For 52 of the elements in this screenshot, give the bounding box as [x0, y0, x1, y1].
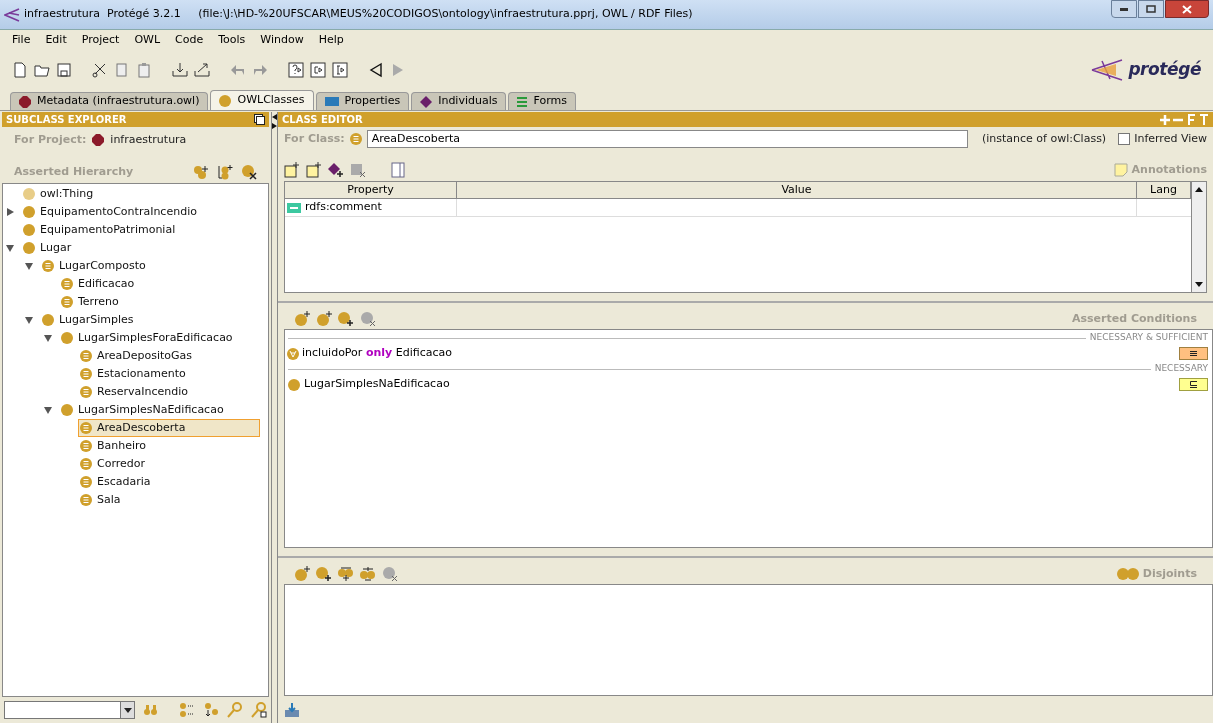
- menu-item[interactable]: Code: [175, 31, 204, 49]
- window-title: infraestrutura Protégé 3.2.1 (file:\J:\HD-%20UFSCAR\MEUS%20CODIGOS\ontology\infraestrutura.pprj, OWL / RDF Files): [24, 6, 693, 23]
- menu-item[interactable]: Tools: [218, 31, 246, 49]
- project-name: infraestrutura: [110, 131, 187, 148]
- tree-item[interactable]: LugarSimplesNaEdificacao: [59, 401, 229, 419]
- menu-item[interactable]: Project: [81, 31, 120, 49]
- tree-item[interactable]: EquipamentoContraIncendio: [21, 203, 202, 221]
- tree-item[interactable]: Banheiro: [78, 437, 152, 455]
- tree-item[interactable]: Sala: [78, 491, 126, 509]
- column-header[interactable]: Value: [457, 182, 1137, 198]
- condition-expression[interactable]: LugarSimplesNaEdificacao: [304, 376, 450, 393]
- section-heading: NECESSARY & SUFFICIENT: [1089, 331, 1208, 345]
- table-cell: rdfs:comment: [305, 199, 382, 216]
- tree-item[interactable]: Escadaria: [78, 473, 156, 491]
- section-label: Annotations: [1131, 161, 1207, 178]
- menu-item[interactable]: OWL: [134, 31, 161, 49]
- tab[interactable]: Properties: [315, 92, 410, 110]
- menu-item[interactable]: Edit: [45, 31, 67, 49]
- panel-title: CLASS EDITOR: [282, 113, 363, 127]
- class-name-field[interactable]: AreaDescoberta: [366, 130, 968, 148]
- instance-label: (instance of owl:Class): [981, 130, 1107, 147]
- tab[interactable]: Individuals: [411, 92, 507, 110]
- logo-text: protégé: [1128, 58, 1201, 82]
- section-label: Asserted Conditions: [1072, 310, 1197, 327]
- panel-title: SUBCLASS EXPLORER: [6, 113, 127, 127]
- section-heading: NECESSARY: [1154, 362, 1208, 376]
- tree-item[interactable]: Edificacao: [59, 275, 140, 293]
- tree-item[interactable]: ReservaIncendio: [78, 383, 193, 401]
- field-label: For Project:: [14, 131, 87, 148]
- tree-item[interactable]: AreaDescoberta: [78, 419, 260, 437]
- section-label: Asserted Hierarchy: [14, 163, 134, 180]
- tree-item[interactable]: LugarComposto: [40, 257, 151, 275]
- column-header[interactable]: Property: [285, 182, 457, 198]
- tab[interactable]: Forms: [508, 92, 576, 110]
- menu-item[interactable]: Window: [260, 31, 304, 49]
- menu-item[interactable]: Help: [318, 31, 344, 49]
- tree-item[interactable]: LugarSimplesForaEdificacao: [59, 329, 238, 347]
- section-label: Disjoints: [1142, 565, 1197, 582]
- tree-item[interactable]: Estacionamento: [78, 365, 191, 383]
- field-label: For Class:: [284, 130, 345, 147]
- tree-item[interactable]: Lugar: [21, 239, 77, 257]
- tree-item[interactable]: EquipamentoPatrimonial: [21, 221, 181, 239]
- tree-item[interactable]: LugarSimples: [40, 311, 139, 329]
- condition-expression[interactable]: incluidoPor only Edificacao: [302, 345, 452, 362]
- tree-item[interactable]: Corredor: [78, 455, 151, 473]
- tree-item[interactable]: Terreno: [59, 293, 124, 311]
- tree-item[interactable]: AreaDepositoGas: [78, 347, 198, 365]
- tab[interactable]: OWLClasses: [210, 90, 314, 110]
- tree-item[interactable]: owl:Thing: [21, 185, 99, 203]
- menu-item[interactable]: File: [12, 31, 31, 49]
- checkbox-label: Inferred View: [1134, 130, 1207, 147]
- tab[interactable]: Metadata (infraestrutura.owl): [10, 92, 209, 110]
